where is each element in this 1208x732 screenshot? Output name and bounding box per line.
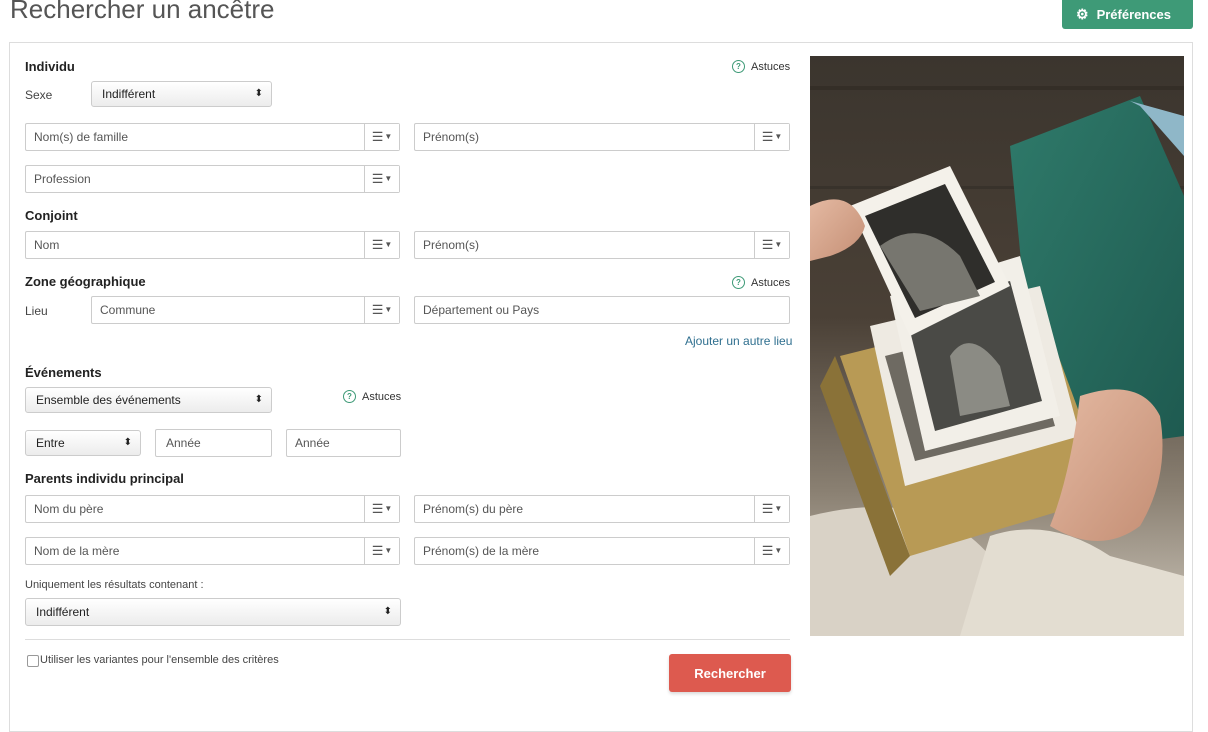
results-filter-value: Indifférent — [36, 605, 90, 619]
search-button[interactable]: Rechercher — [669, 654, 791, 692]
conjoint-nom-input[interactable]: Nom ☰ ▼ — [25, 231, 400, 259]
variants-dropdown-button[interactable]: ☰ ▼ — [754, 538, 789, 564]
variants-dropdown-button[interactable]: ☰ ▼ — [364, 496, 399, 522]
year-from-placeholder: Année — [166, 436, 201, 450]
section-individu-heading: Individu — [25, 59, 75, 74]
departement-placeholder: Département ou Pays — [423, 303, 540, 317]
variants-dropdown-button[interactable]: ☰ ▼ — [754, 124, 789, 150]
departement-input[interactable]: Département ou Pays — [414, 296, 790, 324]
nom-famille-input[interactable]: Nom(s) de famille ☰ ▼ — [25, 123, 400, 151]
prenom-placeholder: Prénom(s) — [423, 130, 480, 144]
caret-down-icon: ▼ — [384, 546, 393, 555]
profession-placeholder: Profession — [34, 172, 91, 186]
caret-down-icon: ▼ — [384, 305, 393, 314]
list-icon: ☰ — [761, 501, 774, 516]
preferences-label: Préférences — [1096, 7, 1172, 22]
variants-dropdown-button[interactable]: ☰ ▼ — [364, 124, 399, 150]
preferences-button[interactable]: ⚙ Préférences — [1062, 0, 1193, 29]
year-from-input[interactable]: Année — [155, 429, 272, 457]
variants-dropdown-button[interactable]: ☰ ▼ — [364, 166, 399, 192]
zone-tips-link[interactable]: ? Astuces — [732, 276, 790, 289]
select-arrows-icon: ⬍ — [383, 606, 392, 617]
conjoint-nom-placeholder: Nom — [34, 238, 60, 252]
variants-dropdown-button[interactable]: ☰ ▼ — [364, 538, 399, 564]
mere-nom-placeholder: Nom de la mère — [34, 544, 120, 558]
select-arrows-icon: ⬍ — [123, 437, 132, 448]
list-icon: ☰ — [761, 237, 774, 252]
help-circle-icon: ? — [343, 390, 356, 403]
sexe-value: Indifférent — [102, 87, 156, 101]
conjoint-prenom-input[interactable]: Prénom(s) ☰ ▼ — [414, 231, 790, 259]
results-filter-select[interactable]: Indifférent ⬍ — [25, 598, 401, 626]
variants-dropdown-button[interactable]: ☰ ▼ — [754, 232, 789, 258]
list-icon: ☰ — [761, 543, 774, 558]
caret-down-icon: ▼ — [774, 546, 783, 555]
old-photographs-image — [810, 56, 1184, 636]
sexe-label: Sexe — [25, 88, 53, 102]
section-parents-heading: Parents individu principal — [25, 471, 184, 486]
profession-input[interactable]: Profession ☰ ▼ — [25, 165, 400, 193]
section-zone-heading: Zone géographique — [25, 274, 146, 289]
help-circle-icon: ? — [732, 60, 745, 73]
mere-prenom-placeholder: Prénom(s) de la mère — [423, 544, 540, 558]
section-conjoint-heading: Conjoint — [25, 208, 78, 223]
conjoint-prenom-placeholder: Prénom(s) — [423, 238, 480, 252]
caret-down-icon: ▼ — [384, 504, 393, 513]
variants-dropdown-button[interactable]: ☰ ▼ — [364, 232, 399, 258]
caret-down-icon: ▼ — [384, 132, 393, 141]
variants-label: Utiliser les variantes pour l'ensemble d… — [40, 654, 279, 666]
list-icon: ☰ — [761, 129, 774, 144]
variants-checkbox[interactable] — [27, 655, 39, 667]
section-evenements-heading: Événements — [25, 365, 102, 380]
pere-nom-placeholder: Nom du père — [34, 502, 104, 516]
nom-famille-placeholder: Nom(s) de famille — [34, 130, 129, 144]
caret-down-icon: ▼ — [384, 240, 393, 249]
caret-down-icon: ▼ — [774, 132, 783, 141]
caret-down-icon: ▼ — [774, 504, 783, 513]
pere-prenom-input[interactable]: Prénom(s) du père ☰ ▼ — [414, 495, 790, 523]
date-range-select[interactable]: Entre ⬍ — [25, 430, 141, 456]
search-form-panel: Individu ? Astuces Sexe Indifférent ⬍ No… — [9, 42, 1193, 732]
gear-icon: ⚙ — [1076, 6, 1089, 22]
list-icon: ☰ — [371, 171, 384, 186]
prenom-input[interactable]: Prénom(s) ☰ ▼ — [414, 123, 790, 151]
caret-down-icon: ▼ — [774, 240, 783, 249]
mere-nom-input[interactable]: Nom de la mère ☰ ▼ — [25, 537, 400, 565]
tips-label: Astuces — [362, 390, 402, 403]
mere-prenom-input[interactable]: Prénom(s) de la mère ☰ ▼ — [414, 537, 790, 565]
year-to-input[interactable]: Année — [286, 429, 401, 457]
tips-label: Astuces — [751, 276, 791, 289]
tips-label: Astuces — [751, 60, 791, 73]
pere-nom-input[interactable]: Nom du père ☰ ▼ — [25, 495, 400, 523]
list-icon: ☰ — [371, 237, 384, 252]
individu-tips-link[interactable]: ? Astuces — [732, 60, 790, 73]
evenements-tips-link[interactable]: ? Astuces — [343, 390, 401, 403]
variants-dropdown-button[interactable]: ☰ ▼ — [364, 297, 399, 323]
filter-label: Uniquement les résultats contenant : — [25, 579, 204, 591]
date-range-value: Entre — [36, 436, 65, 450]
list-icon: ☰ — [371, 129, 384, 144]
event-type-select[interactable]: Ensemble des événements ⬍ — [25, 387, 272, 413]
list-icon: ☰ — [371, 302, 384, 317]
commune-placeholder: Commune — [100, 303, 156, 317]
variants-dropdown-button[interactable]: ☰ ▼ — [754, 496, 789, 522]
pere-prenom-placeholder: Prénom(s) du père — [423, 502, 524, 516]
page-title: Rechercher un ancêtre — [10, 0, 275, 24]
list-icon: ☰ — [371, 501, 384, 516]
year-to-placeholder: Année — [295, 436, 330, 450]
form-divider — [25, 639, 790, 640]
add-place-link[interactable]: Ajouter un autre lieu — [685, 334, 792, 348]
commune-input[interactable]: Commune ☰ ▼ — [91, 296, 400, 324]
lieu-label: Lieu — [25, 304, 48, 318]
select-arrows-icon: ⬍ — [254, 394, 263, 405]
select-arrows-icon: ⬍ — [254, 88, 263, 99]
caret-down-icon: ▼ — [384, 174, 393, 183]
help-circle-icon: ? — [732, 276, 745, 289]
event-type-value: Ensemble des événements — [36, 393, 181, 407]
sexe-select[interactable]: Indifférent ⬍ — [91, 81, 272, 107]
list-icon: ☰ — [371, 543, 384, 558]
